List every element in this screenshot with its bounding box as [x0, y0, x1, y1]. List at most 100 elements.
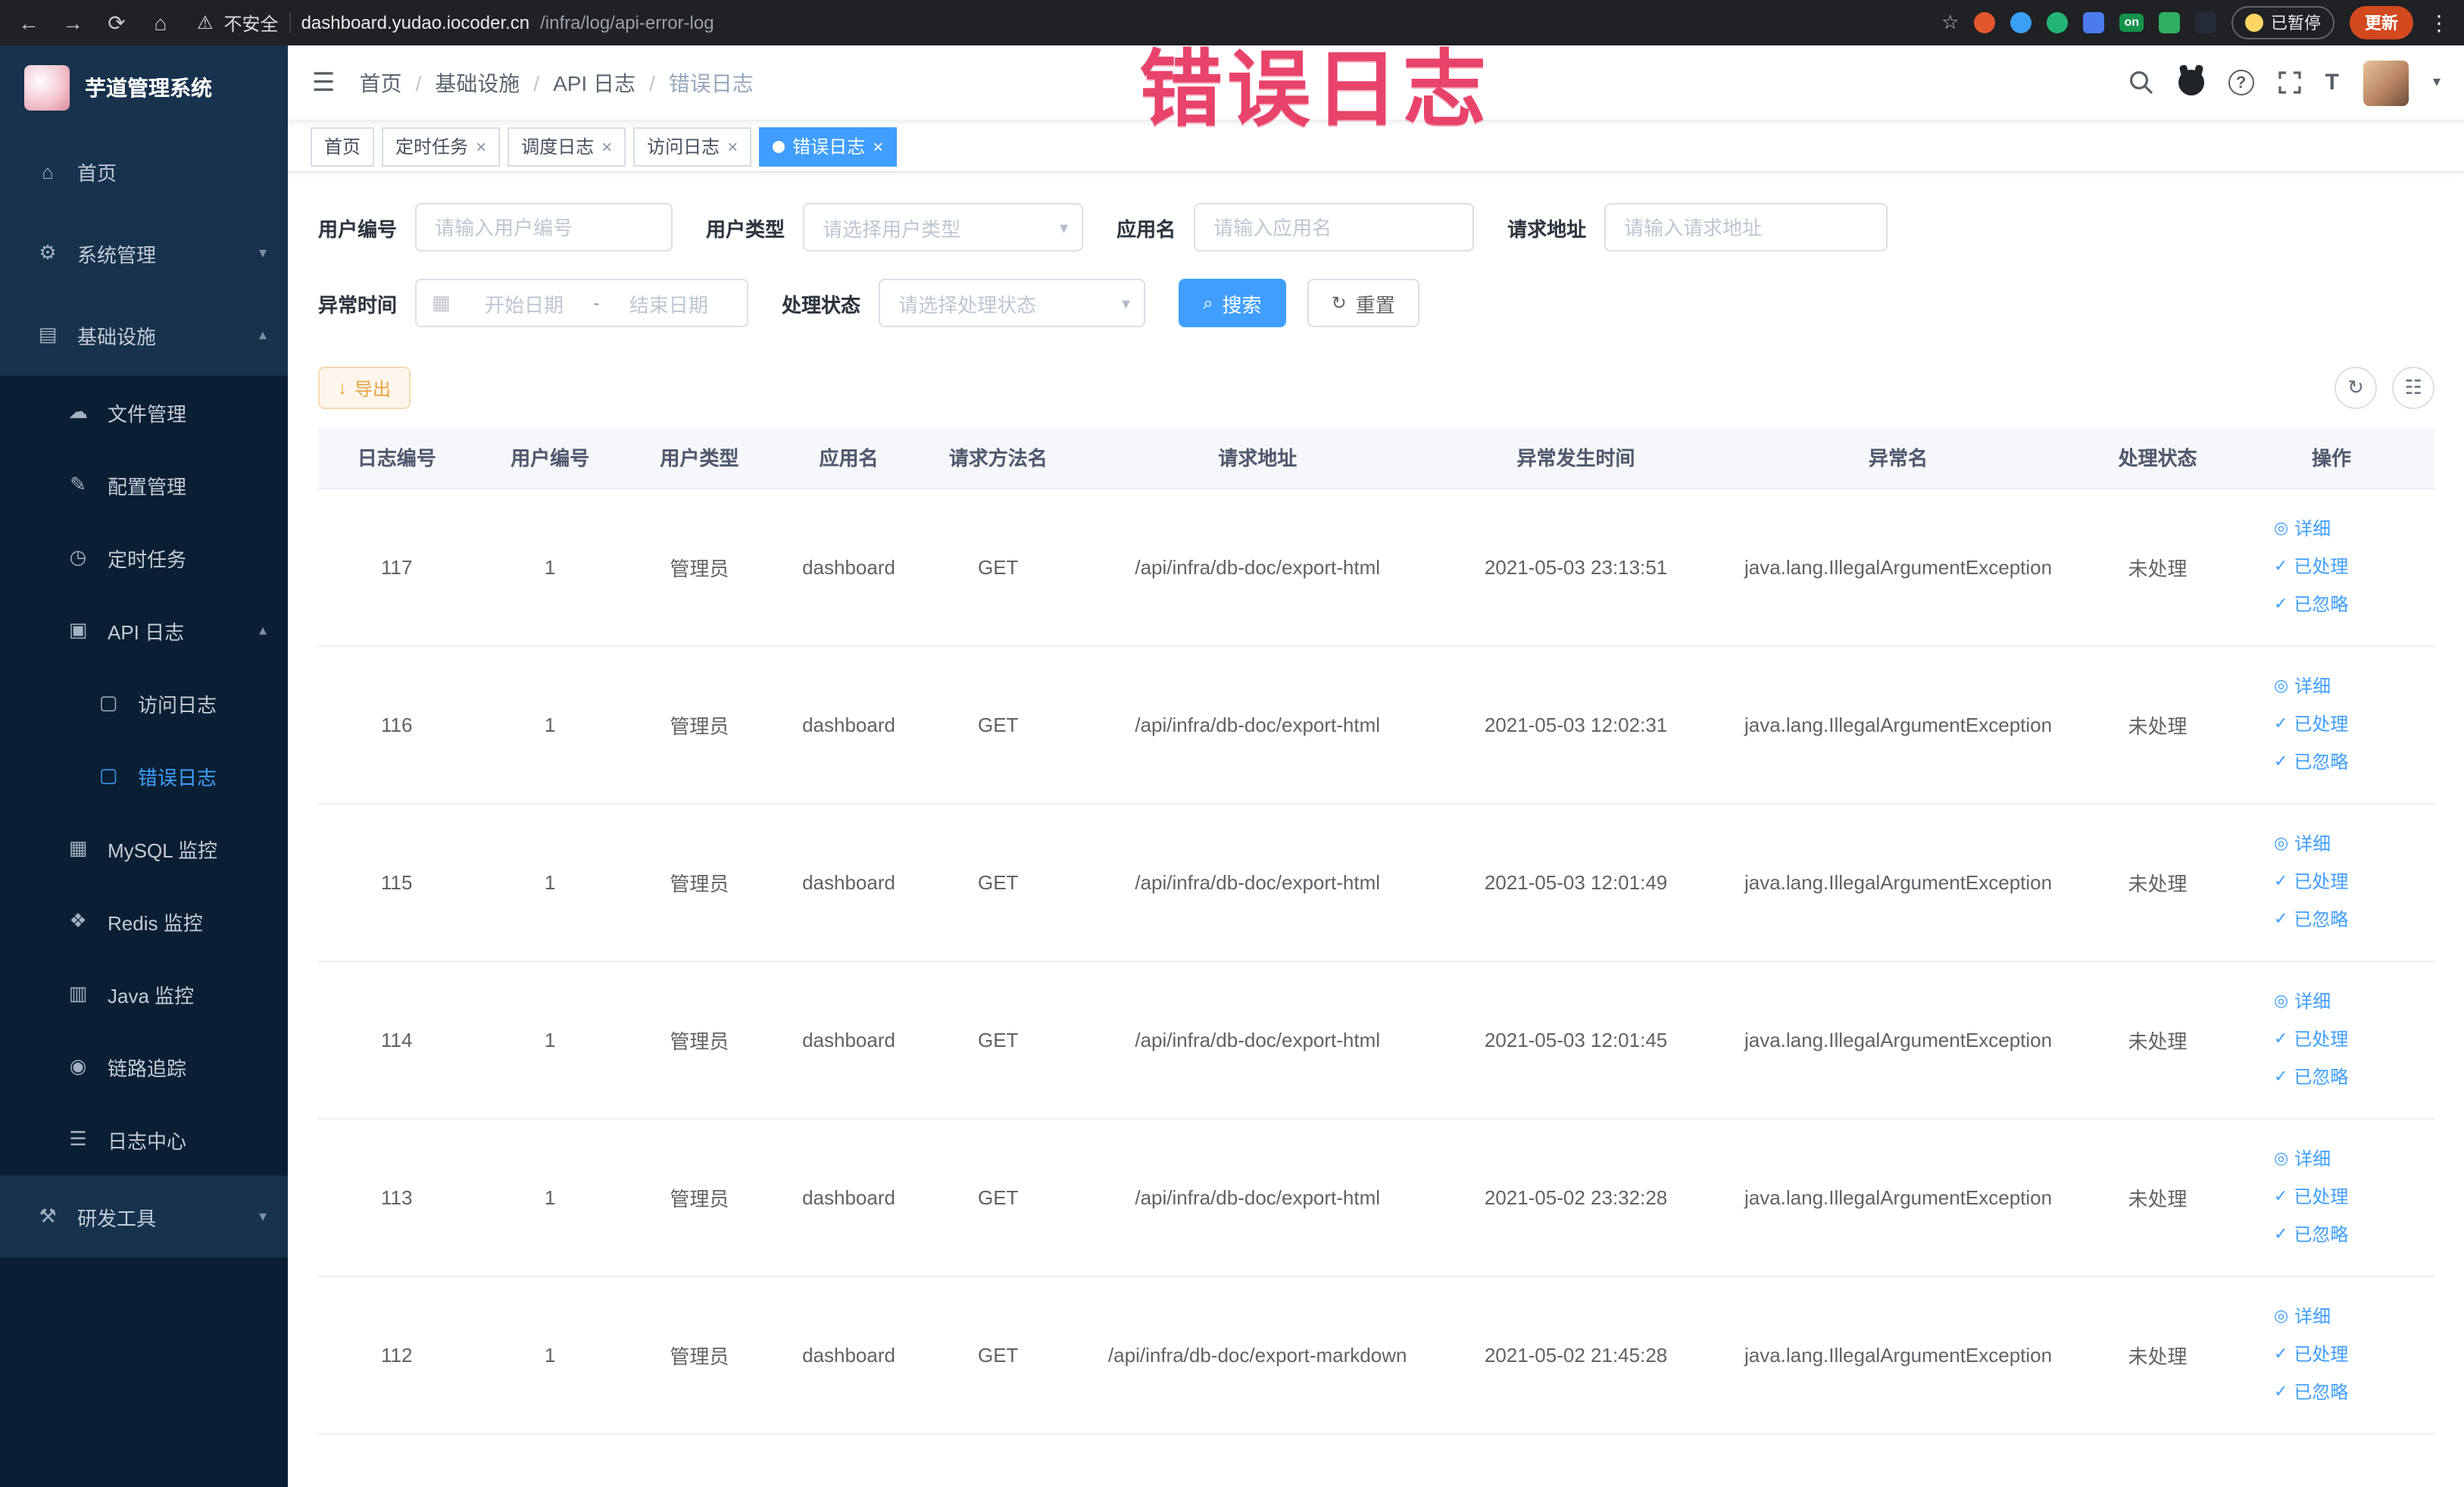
app-name-input[interactable]	[1194, 203, 1475, 251]
extension-icon-green-circle[interactable]	[2047, 12, 2069, 33]
sidebar-item-error-log[interactable]: ▢ 错误日志	[0, 739, 288, 812]
close-icon[interactable]: ×	[476, 136, 486, 157]
sidebar-item-file-manage[interactable]: ☁ 文件管理	[0, 376, 288, 448]
address-bar[interactable]: ⚠ 不安全 dashboard.yudao.iocoder.cn/infra/l…	[197, 10, 714, 36]
detail-link[interactable]: ◎ 详细	[2274, 1298, 2428, 1335]
extension-icon-blue-drop[interactable]	[2010, 12, 2032, 33]
fullscreen-icon[interactable]	[2278, 71, 2301, 94]
detail-link[interactable]: ◎ 详细	[2274, 667, 2428, 705]
search-icon[interactable]	[2128, 70, 2154, 95]
close-icon[interactable]: ×	[601, 136, 612, 157]
github-icon[interactable]	[2178, 70, 2204, 95]
sidebar-item-mysql-monitor[interactable]: ▦ MySQL 监控	[0, 812, 288, 885]
refresh-button[interactable]: ↻	[2334, 367, 2377, 409]
eye-icon: ◎	[2273, 676, 2289, 695]
grid-icon: ▤	[38, 323, 58, 345]
font-size-icon[interactable]: T	[2325, 70, 2339, 95]
sidebar-item-infra[interactable]: ▤ 基础设施 ▴	[0, 294, 288, 376]
detail-link[interactable]: ◎ 详细	[2274, 982, 2428, 1020]
close-icon[interactable]: ×	[727, 136, 738, 157]
tab-schedule-log[interactable]: 调度日志 ×	[507, 127, 626, 166]
sidebar-item-system[interactable]: ⚙ 系统管理 ▾	[0, 212, 288, 294]
mark-ignored-link[interactable]: ✓ 已忽略	[2274, 586, 2428, 623]
home-icon[interactable]: ⌂	[147, 11, 174, 35]
mark-processed-link[interactable]: ✓ 已处理	[2274, 863, 2428, 901]
user-id-input[interactable]	[415, 203, 673, 251]
cell-app-name: dashboard	[773, 488, 924, 646]
mark-processed-label: 已处理	[2294, 1343, 2349, 1364]
breadcrumb-api-log[interactable]: API 日志	[553, 67, 636, 98]
table-toolbar: ↓ 导出 ↻ ☷	[318, 367, 2434, 409]
refresh-icon: ↻	[2347, 376, 2364, 398]
extension-on-badge[interactable]: on	[2119, 14, 2144, 32]
mark-ignored-link[interactable]: ✓ 已忽略	[2274, 1058, 2428, 1096]
extension-icon-dark-paw[interactable]	[2195, 12, 2216, 33]
mark-processed-link[interactable]: ✓ 已处理	[2274, 548, 2428, 586]
mark-processed-label: 已处理	[2294, 1028, 2349, 1049]
mark-ignored-link[interactable]: ✓ 已忽略	[2274, 901, 2428, 939]
update-button[interactable]: 更新	[2350, 6, 2413, 39]
mark-processed-link[interactable]: ✓ 已处理	[2274, 1020, 2428, 1058]
chevron-up-icon: ▴	[258, 326, 267, 343]
tab-error-log[interactable]: 错误日志 ×	[759, 127, 898, 166]
user-type-select[interactable]: 请选择用户类型 ▾	[803, 203, 1084, 251]
check-icon: ✓	[2273, 1029, 2288, 1048]
reload-icon[interactable]: ⟳	[103, 10, 130, 36]
sidebar-item-cron-task[interactable]: ◷ 定时任务	[0, 521, 288, 594]
close-icon[interactable]: ×	[873, 136, 883, 157]
error-log-table: 日志编号 用户编号 用户类型 应用名 请求方法名 请求地址 异常发生时间 异常名…	[318, 427, 2434, 1434]
reset-button[interactable]: ↻ 重置	[1307, 279, 1419, 327]
cell-method: GET	[923, 803, 1073, 961]
sidebar-item-redis-monitor[interactable]: ❖ Redis 监控	[0, 885, 288, 957]
request-url-input[interactable]	[1604, 203, 1888, 251]
user-avatar[interactable]	[2363, 60, 2409, 105]
breadcrumb-home[interactable]: 首页	[360, 67, 402, 98]
mark-processed-link[interactable]: ✓ 已处理	[2274, 1178, 2428, 1216]
sidebar-logo[interactable]: 芋道管理系统	[0, 45, 288, 130]
breadcrumb-infra[interactable]: 基础设施	[435, 67, 520, 98]
tab-cron-task[interactable]: 定时任务 ×	[382, 127, 501, 166]
date-range-picker[interactable]: ▦ 开始日期 - 结束日期	[415, 279, 749, 327]
detail-link-label: 详细	[2294, 675, 2331, 696]
cell-process-status: 未处理	[2087, 961, 2228, 1119]
tools-icon: ⚒	[39, 1204, 57, 1227]
paused-badge-label: 已暂停	[2271, 15, 2321, 33]
back-icon[interactable]: ←	[15, 11, 42, 35]
forward-icon[interactable]: →	[59, 11, 86, 35]
sidebar-item-java-monitor[interactable]: ▥ Java 监控	[0, 957, 288, 1030]
detail-link[interactable]: ◎ 详细	[2274, 825, 2428, 863]
mark-ignored-link[interactable]: ✓ 已忽略	[2274, 743, 2428, 781]
cell-log-id: 114	[318, 961, 476, 1119]
sidebar-item-config-manage[interactable]: ✎ 配置管理	[0, 448, 288, 521]
bookmark-star-icon[interactable]: ☆	[1941, 11, 1959, 35]
sidebar-item-trace[interactable]: ◉ 链路追踪	[0, 1030, 288, 1103]
sidebar-item-log-center[interactable]: ☰ 日志中心	[0, 1103, 288, 1176]
search-button[interactable]: ⌕ 搜索	[1179, 279, 1286, 327]
tab-home[interactable]: 首页	[311, 127, 375, 166]
mark-ignored-link[interactable]: ✓ 已忽略	[2274, 1216, 2428, 1254]
detail-link[interactable]: ◎ 详细	[2274, 1140, 2428, 1178]
hamburger-icon[interactable]: ☰	[312, 67, 336, 98]
sidebar-item-api-log[interactable]: ▣ API 日志 ▴	[0, 594, 288, 667]
check-icon: ✓	[2273, 1382, 2288, 1401]
caret-down-icon[interactable]: ▾	[2433, 74, 2441, 91]
col-user-type: 用户类型	[624, 427, 774, 489]
extension-icon-red[interactable]	[1974, 12, 1996, 33]
mark-processed-link[interactable]: ✓ 已处理	[2274, 705, 2428, 743]
sidebar-item-dev-tools[interactable]: ⚒ 研发工具 ▾	[0, 1176, 288, 1257]
help-icon[interactable]: ?	[2228, 70, 2254, 95]
extension-icon-green-leaf[interactable]	[2159, 12, 2180, 33]
export-button[interactable]: ↓ 导出	[318, 367, 411, 409]
tab-access-log[interactable]: 访问日志 ×	[633, 127, 752, 166]
start-date-placeholder: 开始日期	[484, 293, 564, 316]
column-settings-button[interactable]: ☷	[2392, 367, 2434, 409]
mark-ignored-link[interactable]: ✓ 已忽略	[2274, 1373, 2428, 1411]
extension-icon-blue-grid[interactable]	[2083, 12, 2105, 33]
sidebar-item-home[interactable]: ⌂ 首页	[0, 130, 288, 212]
browser-menu-icon[interactable]: ⋮	[2428, 10, 2450, 36]
process-status-select[interactable]: 请选择处理状态 ▾	[879, 279, 1146, 327]
mark-processed-link[interactable]: ✓ 已处理	[2274, 1335, 2428, 1373]
sidebar-item-access-log[interactable]: ▢ 访问日志	[0, 667, 288, 739]
detail-link[interactable]: ◎ 详细	[2274, 510, 2428, 548]
paused-badge[interactable]: 已暂停	[2231, 6, 2334, 39]
